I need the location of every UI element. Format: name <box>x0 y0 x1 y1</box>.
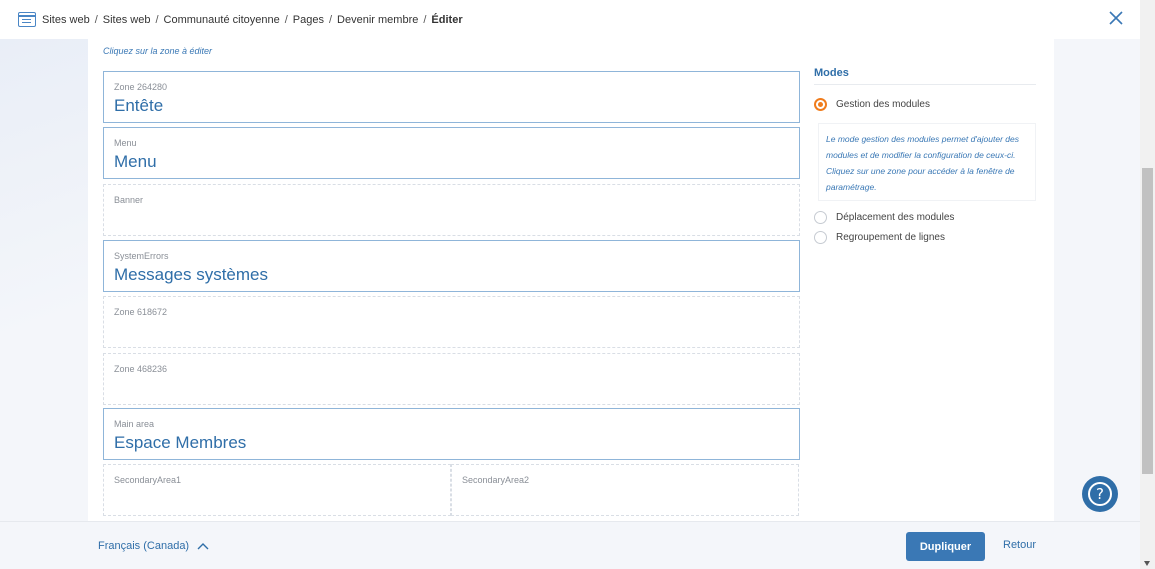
zone-468236[interactable]: Zone 468236 <box>103 353 800 405</box>
scrollbar-thumb[interactable] <box>1142 168 1153 474</box>
duplicate-button[interactable]: Dupliquer <box>906 532 985 561</box>
breadcrumb-separator: / <box>423 13 427 26</box>
zone-secondary-area-1[interactable]: SecondaryArea1 <box>103 464 451 516</box>
language-selector[interactable]: Français (Canada) <box>98 540 209 552</box>
language-label: Français (Canada) <box>98 540 190 552</box>
modes-title: Modes <box>814 67 849 79</box>
breadcrumb-separator: / <box>284 13 288 26</box>
breadcrumb-separator: / <box>94 13 98 26</box>
help-button[interactable]: ? <box>1082 476 1118 512</box>
page-layout-editor: Cliquez sur la zone à éditer Zone 264280… <box>88 39 1054 521</box>
zone-label: Zone 468236 <box>114 364 168 374</box>
mode-option-gestion[interactable]: Gestion des modules <box>814 98 930 111</box>
zone-banner[interactable]: Banner <box>103 184 800 236</box>
zone-title: Entête <box>114 96 164 115</box>
radio-selected-icon[interactable] <box>814 98 827 111</box>
breadcrumb-current: Éditer <box>431 13 463 26</box>
zone-label: SecondaryArea1 <box>114 475 182 485</box>
mode-description: Le mode gestion des modules permet d'ajo… <box>818 123 1036 201</box>
modes-divider <box>814 84 1036 85</box>
zone-entete[interactable]: Zone 264280 Entête <box>103 71 800 123</box>
breadcrumb-separator: / <box>155 13 159 26</box>
mode-option-label: Déplacement des modules <box>836 212 955 223</box>
mode-option-regroupement[interactable]: Regroupement de lignes <box>814 231 945 244</box>
zone-system-errors[interactable]: SystemErrors Messages systèmes <box>103 240 800 292</box>
edit-hint: Cliquez sur la zone à éditer <box>103 46 213 56</box>
zone-label: Zone 264280 <box>114 82 168 92</box>
radio-icon[interactable] <box>814 211 827 224</box>
breadcrumb-item-4[interactable]: Pages <box>293 14 324 26</box>
breadcrumb-separator: / <box>328 13 333 26</box>
website-icon <box>18 12 36 27</box>
zone-main-area[interactable]: Main area Espace Membres <box>103 408 800 460</box>
chevron-up-icon <box>197 543 209 550</box>
breadcrumb-item-2[interactable]: Sites web <box>103 14 151 26</box>
zone-label: Menu <box>114 138 137 148</box>
background-decoration <box>0 39 88 521</box>
mode-option-deplacement[interactable]: Déplacement des modules <box>814 211 954 224</box>
mode-option-label: Gestion des modules <box>836 99 930 110</box>
zone-menu[interactable]: Menu Menu <box>103 127 800 179</box>
page-scrollbar[interactable] <box>1140 0 1155 569</box>
zone-title: Messages systèmes <box>114 265 268 284</box>
zone-label: SystemErrors <box>114 251 169 261</box>
zone-618672[interactable]: Zone 618672 <box>103 296 800 348</box>
scroll-down-arrow-icon[interactable] <box>1144 561 1150 566</box>
zone-label: Zone 618672 <box>114 307 168 317</box>
breadcrumb-item-5[interactable]: Devenir membre <box>337 14 418 26</box>
zone-label: SecondaryArea2 <box>462 475 530 485</box>
zone-label: Banner <box>114 195 144 205</box>
breadcrumb-item-1[interactable]: Sites web <box>42 14 90 26</box>
zone-secondary-area-2[interactable]: SecondaryArea2 <box>451 464 799 516</box>
mode-option-label: Regroupement de lignes <box>836 232 945 243</box>
breadcrumb-item-3[interactable]: Communauté citoyenne <box>164 14 280 26</box>
footer-bar: Français (Canada) Dupliquer Retour <box>0 521 1140 569</box>
top-bar: Sites web / Sites web / Communauté citoy… <box>0 0 1140 39</box>
zone-title: Espace Membres <box>114 433 247 452</box>
help-icon: ? <box>1088 482 1112 506</box>
zone-title: Menu <box>114 152 157 171</box>
back-link[interactable]: Retour <box>1003 539 1036 551</box>
zone-label: Main area <box>114 419 155 429</box>
radio-icon[interactable] <box>814 231 827 244</box>
close-icon[interactable] <box>1108 10 1124 26</box>
